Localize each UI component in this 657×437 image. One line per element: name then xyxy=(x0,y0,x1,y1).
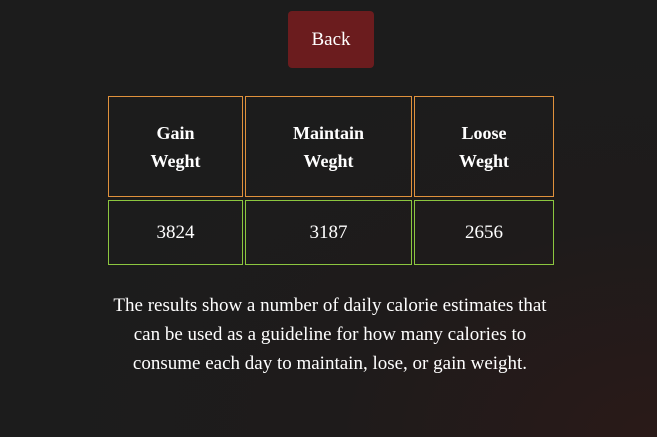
table-row: 3824 3187 2656 xyxy=(108,200,554,265)
maintain-weight-value: 3187 xyxy=(245,200,412,265)
loose-weight-value: 2656 xyxy=(414,200,554,265)
header-maintain-line2: Weght xyxy=(303,150,354,171)
header-loose-line1: Loose xyxy=(461,122,507,143)
back-button[interactable]: Back xyxy=(288,11,374,68)
header-gain-line1: Gain xyxy=(156,122,195,143)
calorie-results-table: Gain Weght Maintain Weght Loose Weght 38… xyxy=(106,96,556,265)
gain-weight-value: 3824 xyxy=(108,200,243,265)
header-gain-line2: Weght xyxy=(150,150,201,171)
header-gain-weight: Gain Weght xyxy=(108,96,243,197)
header-maintain-line1: Maintain xyxy=(292,122,364,143)
table-header-row: Gain Weght Maintain Weght Loose Weght xyxy=(108,96,554,197)
header-maintain-weight: Maintain Weght xyxy=(245,96,412,197)
header-loose-weight: Loose Weght xyxy=(414,96,554,197)
header-loose-line2: Weght xyxy=(458,150,509,171)
results-description: The results show a number of daily calor… xyxy=(113,295,547,374)
